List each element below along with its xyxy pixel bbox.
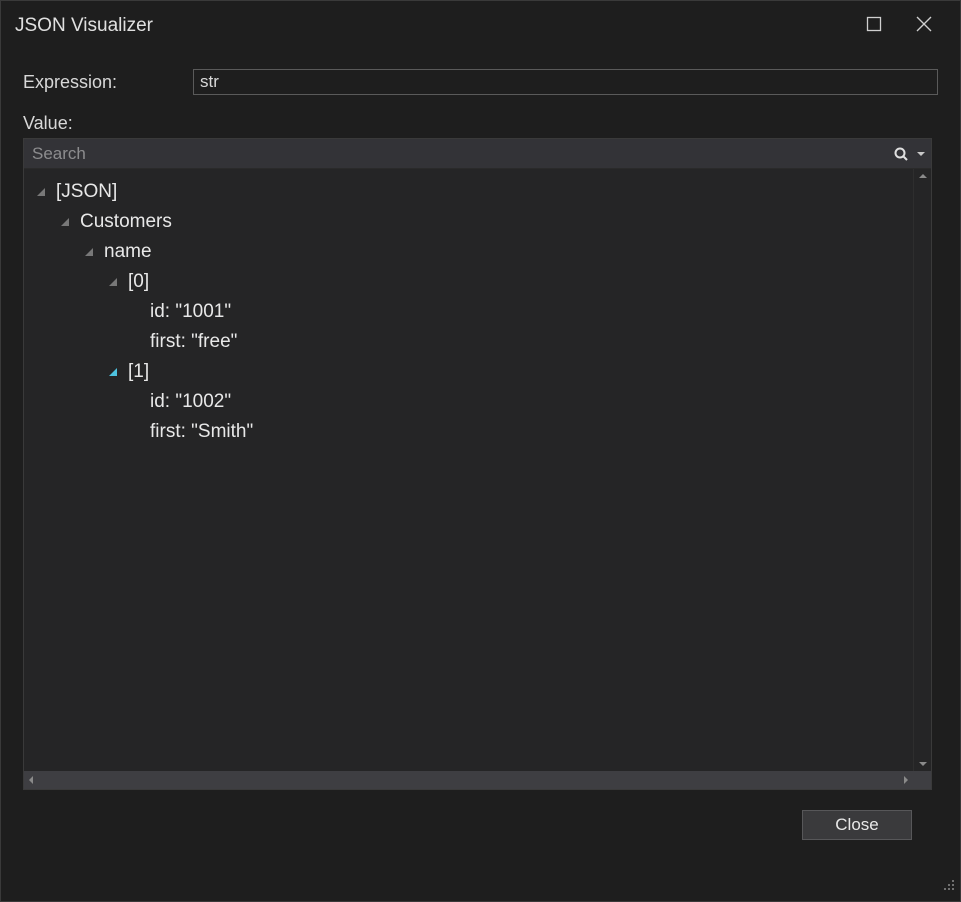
tree-leaf[interactable]: id: "1001" (24, 297, 913, 327)
resize-grip-icon[interactable] (941, 876, 955, 896)
tree-leaf[interactable]: id: "1002" (24, 387, 913, 417)
close-window-button[interactable] (916, 16, 932, 37)
close-button[interactable]: Close (802, 810, 912, 840)
tree-leaf-text: id: "1002" (150, 391, 231, 413)
dialog-content: Expression: Value: [JS (1, 51, 960, 840)
window-titlebar: JSON Visualizer (1, 1, 960, 51)
expression-input[interactable] (193, 69, 938, 95)
expand-toggle-icon[interactable] (106, 365, 120, 379)
search-icon[interactable] (887, 139, 915, 168)
tree-leaf-text: id: "1001" (150, 301, 231, 323)
search-bar (24, 139, 931, 169)
scroll-right-icon[interactable] (899, 771, 913, 789)
expression-label: Expression: (23, 72, 193, 93)
dialog-footer: Close (23, 790, 938, 840)
scroll-up-icon[interactable] (914, 169, 932, 183)
tree-label: name (104, 241, 152, 263)
tree-area[interactable]: [JSON] Customers name (24, 169, 913, 771)
tree-label: [1] (128, 361, 149, 383)
window-controls (866, 16, 960, 37)
tree-label: [JSON] (56, 181, 117, 203)
scroll-down-icon[interactable] (914, 757, 932, 771)
expand-toggle-icon[interactable] (106, 275, 120, 289)
window-title: JSON Visualizer (15, 15, 153, 37)
horizontal-scroll-row (24, 771, 931, 789)
search-dropdown-icon[interactable] (915, 150, 927, 158)
tree-node-name[interactable]: name (24, 237, 913, 267)
vertical-scrollbar[interactable] (913, 169, 931, 771)
expand-toggle-icon[interactable] (34, 185, 48, 199)
tree-node-item-1[interactable]: [1] (24, 357, 913, 387)
tree-leaf[interactable]: first: "free" (24, 327, 913, 357)
maximize-button[interactable] (866, 16, 882, 37)
expression-row: Expression: (23, 69, 938, 95)
tree-wrap: [JSON] Customers name (24, 169, 931, 771)
expand-toggle-icon[interactable] (58, 215, 72, 229)
tree-node-item-0[interactable]: [0] (24, 267, 913, 297)
tree-leaf-text: first: "Smith" (150, 421, 253, 443)
horizontal-scrollbar[interactable] (24, 771, 913, 789)
tree-leaf[interactable]: first: "Smith" (24, 417, 913, 447)
tree-leaf-text: first: "free" (150, 331, 237, 353)
scroll-left-icon[interactable] (24, 771, 38, 789)
tree-label: Customers (80, 211, 172, 233)
value-label: Value: (23, 113, 938, 134)
tree-panel: [JSON] Customers name (23, 138, 932, 790)
scroll-corner (913, 771, 931, 789)
expand-toggle-icon[interactable] (82, 245, 96, 259)
tree-label: [0] (128, 271, 149, 293)
search-input[interactable] (24, 139, 887, 168)
tree-node-root[interactable]: [JSON] (24, 177, 913, 207)
tree-node-customers[interactable]: Customers (24, 207, 913, 237)
